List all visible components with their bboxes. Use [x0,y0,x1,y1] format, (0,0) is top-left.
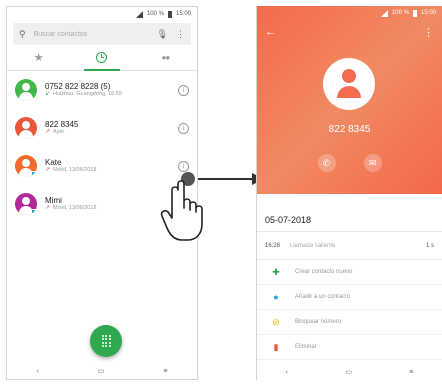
call-info: 0752 822 8228 (5) ↙ Huizhou, Guangdong, 1… [45,82,178,98]
add-to-contact-action[interactable]: ● Añadir a un contacto [257,285,442,310]
call-name: 822 8345 [45,119,79,129]
info-icon[interactable]: i [178,160,189,172]
call-meta-text: Ayer [53,129,65,136]
contact-avatar [323,58,375,110]
clock-icon [96,52,108,63]
status-bar: 100 % 15:00 [7,7,197,21]
call-row[interactable]: 822 8345 ↗ Ayer i [7,109,197,147]
more-menu-icon[interactable]: ⋮ [423,26,434,39]
nav-bar: ‹ ▭ ≡ [7,363,197,379]
signal-icon [380,9,388,17]
call-detail-row: 16:28 Llamada saliente 1 s [257,232,442,260]
time-text: 15:00 [175,11,191,17]
battery-text: 100 % [146,11,164,17]
call-detail-screen: 100 % 15:00 ← ⋮ 822 8345 ✆ ✉ 05-07-2018 … [256,6,442,380]
transition-arrow-line [198,178,254,180]
sim-icon [31,171,37,177]
call-meta: ↗ Ayer [45,129,178,136]
hand-pointer-icon [160,180,203,241]
call-duration: 1 s [425,242,434,249]
home-button[interactable]: ▭ [345,368,352,376]
home-button[interactable]: ▭ [98,367,105,375]
avatar [15,155,37,177]
block-number-action[interactable]: ⊘ Bloquear número [257,310,442,335]
back-button[interactable]: ‹ [286,369,288,376]
battery-text: 100 % [391,10,409,16]
call-meta-text: Huizhou, Guangdong, 15:59 [53,91,122,98]
action-label: Eliminar [295,344,317,350]
action-label: Crear contacto nuevo [295,269,353,275]
avatar [15,79,37,101]
avatar [15,193,37,215]
delete-action[interactable]: ▮ Eliminar [257,335,442,360]
trash-icon: ▮ [273,341,279,352]
call-type: Llamada saliente [290,242,336,249]
person-icon: ● [273,292,279,302]
tab-recents[interactable] [70,45,133,71]
search-bar[interactable]: ⚲ Buscar contactos 🎙︎ ⋮ [13,23,191,45]
signal-icon [135,10,143,18]
battery-icon [412,9,417,17]
action-label: Bloquear número [295,319,342,325]
call-name: Kate [45,157,62,167]
outgoing-arrow-icon: ↗ [45,129,51,136]
time-text: 15:00 [420,10,436,16]
battery-icon [167,10,172,18]
nav-bar: ‹ ▭ ≡ [257,364,442,380]
search-icon: ⚲ [19,28,26,39]
phone-icon[interactable]: ✆ [317,154,336,172]
outgoing-arrow-icon: ↗ [45,205,51,212]
block-icon: ⊘ [272,316,280,327]
call-info: 822 8345 ↗ Ayer [45,120,178,136]
add-person-icon: ✚ [272,266,280,277]
avatar [15,117,37,139]
search-input[interactable]: Buscar contactos [34,31,149,38]
action-label: Añadir a un contacto [295,294,351,300]
call-meta-text: Móvil, 13/06/2018 [53,205,97,212]
call-info: Mimi ↗ Móvil, 13/06/2018 [45,196,178,212]
call-meta: ↙ Huizhou, Guangdong, 15:59 [45,91,178,98]
dialpad-icon [101,334,111,348]
dialpad-button[interactable] [90,325,122,357]
call-meta-text: Móvil, 13/06/2018 [53,167,97,174]
back-button[interactable]: ‹ [36,368,38,375]
incoming-arrow-icon: ↙ [45,91,51,98]
action-list: ✚ Crear contacto nuevo ● Añadir a un con… [257,260,442,360]
contact-header: 100 % 15:00 ← ⋮ 822 8345 ✆ ✉ [257,6,442,194]
tab-bar: ★ ●● [7,45,197,71]
call-name: Mimi [45,195,62,205]
more-menu-icon[interactable]: ⋮ [176,29,185,40]
tab-favorites[interactable]: ★ [7,45,70,70]
star-icon: ★ [33,52,44,64]
call-info: Kate ↗ Móvil, 13/06/2018 [45,158,178,174]
call-time: 16:28 [265,242,281,249]
outgoing-arrow-icon: ↗ [45,167,51,174]
call-row[interactable]: 0752 822 8228 (5) ↙ Huizhou, Guangdong, 1… [7,71,197,109]
create-contact-action[interactable]: ✚ Crear contacto nuevo [257,260,442,285]
call-date: 05-07-2018 [257,194,442,232]
menu-button[interactable]: ≡ [163,368,167,375]
mic-icon[interactable]: 🎙︎ [157,29,168,40]
tab-contacts[interactable]: ●● [134,45,197,70]
menu-button[interactable]: ≡ [409,369,413,376]
header-toolbar: ← ⋮ [265,26,434,39]
call-name: 0752 822 8228 (5) [45,81,111,91]
call-meta: ↗ Móvil, 13/06/2018 [45,167,178,174]
quick-actions: ✆ ✉ [257,154,442,172]
people-icon: ●● [161,53,170,62]
back-arrow-icon[interactable]: ← [265,26,276,39]
status-bar: 100 % 15:00 [257,6,442,20]
message-icon[interactable]: ✉ [363,154,382,172]
call-meta: ↗ Móvil, 13/06/2018 [45,205,178,212]
contact-number: 822 8345 [328,124,371,135]
info-icon[interactable]: i [178,84,189,96]
info-icon[interactable]: i [178,122,189,134]
sim-icon [31,209,37,215]
